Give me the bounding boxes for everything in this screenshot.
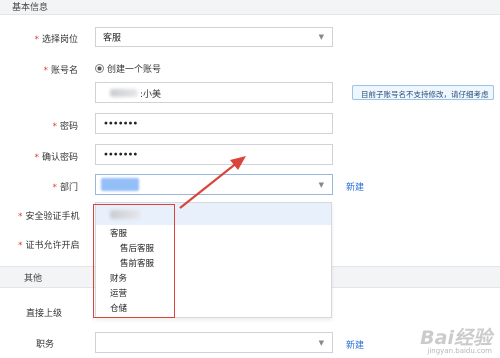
- annotation-arrow-head: [230, 156, 246, 170]
- annotation-arrow: [179, 156, 246, 209]
- watermark-logo: Bai经验: [420, 327, 492, 349]
- annotation-arrow-line: [179, 161, 239, 209]
- watermark-url: jingyan.baidu.com: [427, 347, 492, 355]
